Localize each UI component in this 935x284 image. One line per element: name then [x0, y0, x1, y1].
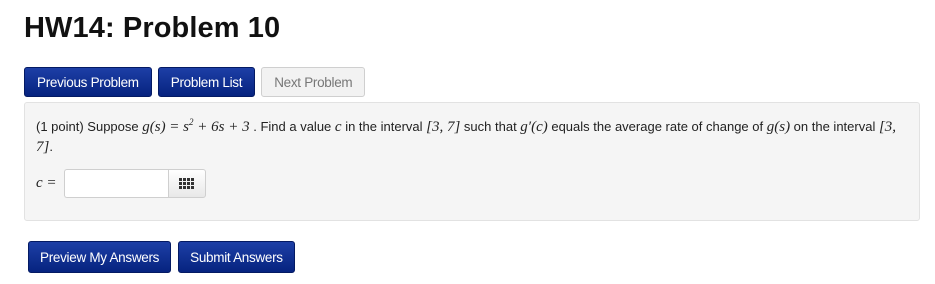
problem-statement: (1 point) Suppose g(s) = s2 + 6s + 3 . F…	[36, 117, 911, 157]
derivative-math: g′(c)	[520, 119, 548, 135]
page: HW14: Problem 10 Previous Problem Proble…	[0, 0, 935, 284]
function-lhs: g(s) = s	[142, 119, 190, 135]
answer-actions: Preview My Answers Submit Answers	[28, 241, 295, 273]
previous-problem-button[interactable]: Previous Problem	[24, 67, 152, 97]
next-problem-button: Next Problem	[261, 67, 366, 97]
function-rhs: + 6s + 3	[193, 119, 250, 135]
answer-input[interactable]	[63, 169, 168, 198]
grid-icon	[179, 178, 195, 189]
problem-points-text: (1 point) Suppose	[36, 119, 143, 134]
interval-math: [3, 7]	[426, 119, 461, 135]
answer-row: c =	[36, 169, 206, 198]
function-definition: g(s) = s2 + 6s + 3	[142, 118, 250, 136]
problem-list-button[interactable]: Problem List	[157, 67, 256, 97]
problem-container: (1 point) Suppose g(s) = s2 + 6s + 3 . F…	[24, 102, 920, 221]
problem-text-d: equals the average rate of change of	[547, 119, 767, 134]
problem-nav: Previous Problem Problem List Next Probl…	[24, 67, 366, 97]
submit-answers-button[interactable]: Submit Answers	[178, 241, 295, 273]
function-gs-math: g(s)	[766, 119, 791, 135]
problem-text-c: such that	[460, 119, 521, 134]
answer-label: c =	[36, 175, 57, 191]
variable-c: c	[334, 119, 342, 135]
problem-text-a: . Find a value	[249, 119, 335, 134]
problem-text-e: on the interval	[790, 119, 879, 134]
problem-text-b: in the interval	[341, 119, 427, 134]
preview-answers-button[interactable]: Preview My Answers	[28, 241, 172, 273]
problem-text-f: .	[49, 139, 53, 154]
equation-editor-button[interactable]	[167, 169, 206, 198]
page-title: HW14: Problem 10	[24, 12, 281, 44]
